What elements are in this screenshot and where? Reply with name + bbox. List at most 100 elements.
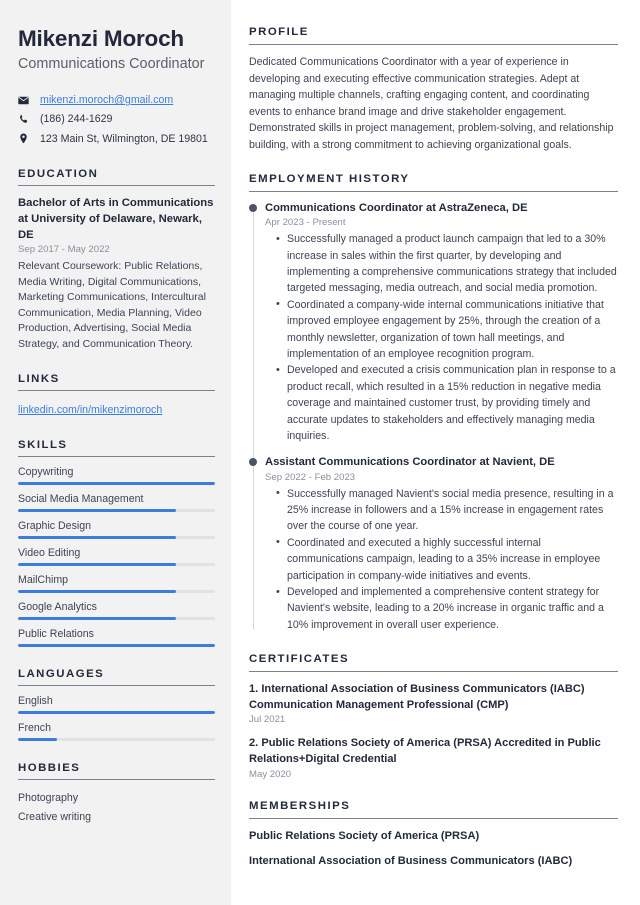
skill-item-bar <box>18 536 215 540</box>
hobby-item: Creative writing <box>18 810 92 823</box>
hobby-item: Photography <box>18 792 79 805</box>
education-heading: EDUCATION <box>18 168 215 187</box>
certificate-title: 2. Public Relations Society of America (… <box>249 737 601 766</box>
language-item-bar-fill <box>18 711 215 715</box>
skill-item-label: Social Media Management <box>18 493 144 506</box>
skill-item-bar-fill <box>18 617 176 621</box>
memberships-list: Public Relations Society of America (PRS… <box>249 828 618 869</box>
skill-item-bar-fill <box>18 590 176 594</box>
skill-item-bar <box>18 509 215 513</box>
employment-section: EMPLOYMENT HISTORY Communications Coordi… <box>249 173 618 633</box>
language-item: English <box>18 695 215 715</box>
phone-icon <box>18 114 33 125</box>
skill-item-label: Video Editing <box>18 547 81 560</box>
skill-item-label: MailChimp <box>18 574 69 587</box>
location-pin-icon <box>18 133 33 144</box>
certificate-title: 1. International Association of Business… <box>249 683 585 712</box>
certificate-item: 2. Public Relations Society of America (… <box>249 735 618 779</box>
languages-section: LANGUAGES English French <box>18 668 215 742</box>
employment-item: Communications Coordinator at AstraZenec… <box>249 201 618 444</box>
skill-item-bar <box>18 563 215 567</box>
certificates-section: CERTIFICATES 1. International Associatio… <box>249 653 618 780</box>
employment-bullet-list: Successfully managed Navient's social me… <box>265 485 618 634</box>
membership-item: International Association of Business Co… <box>249 854 573 867</box>
language-item-bar <box>18 711 215 715</box>
skill-item-bar-fill <box>18 644 215 648</box>
envelope-icon <box>18 95 33 106</box>
skills-list: Copywriting Social Media Management Graphi… <box>18 466 215 648</box>
skill-item: Social Media Management <box>18 493 215 513</box>
certificate-date: Jul 2021 <box>249 714 286 726</box>
language-item-label: French <box>18 722 51 735</box>
skill-item-bar-fill <box>18 509 176 513</box>
education-section: EDUCATION Bachelor of Arts in Communicat… <box>18 168 215 352</box>
skill-item: Video Editing <box>18 547 215 567</box>
languages-heading: LANGUAGES <box>18 668 215 687</box>
language-item: French <box>18 722 215 742</box>
skill-item-bar-fill <box>18 536 176 540</box>
employment-title: Assistant Communications Coordinator at … <box>265 456 555 469</box>
skill-item: MailChimp <box>18 574 215 594</box>
certificates-heading: CERTIFICATES <box>249 653 618 673</box>
skill-item-bar <box>18 482 215 486</box>
contact-list: mikenzi.moroch@gmail.com (186) 244-1629 … <box>18 93 215 146</box>
timeline-dot-icon <box>249 204 257 213</box>
email-link[interactable]: mikenzi.moroch@gmail.com <box>40 93 173 107</box>
profile-text: Dedicated Communications Coordinator wit… <box>249 56 614 151</box>
employment-heading: EMPLOYMENT HISTORY <box>249 173 618 193</box>
education-degree: Bachelor of Arts in Communications at Un… <box>18 197 214 242</box>
skill-item: Google Analytics <box>18 601 215 621</box>
skill-item-label: Graphic Design <box>18 520 92 533</box>
hobbies-section: HOBBIES Photography Creative writing <box>18 762 215 826</box>
education-item: Bachelor of Arts in Communications at Un… <box>18 195 215 352</box>
language-item-bar <box>18 738 215 742</box>
candidate-job-title: Communications Coordinator <box>18 55 205 72</box>
skill-item-bar <box>18 644 215 648</box>
languages-list: English French <box>18 695 215 742</box>
contact-phone: (186) 244-1629 <box>18 112 215 126</box>
employment-bullet: Coordinated and executed a highly succes… <box>276 534 618 584</box>
skill-item-label: Public Relations <box>18 628 94 641</box>
skill-item-label: Copywriting <box>18 466 74 479</box>
profile-heading: PROFILE <box>249 26 618 45</box>
address-text: 123 Main St, Wilmington, DE 19801 <box>40 132 208 145</box>
profile-section: PROFILE Dedicated Communications Coordin… <box>249 26 618 153</box>
employment-item: Assistant Communications Coordinator at … <box>249 455 618 634</box>
employment-bullet: Developed and executed a crisis communic… <box>276 362 618 444</box>
candidate-name: Mikenzi Moroch <box>18 26 184 51</box>
linkedin-link[interactable]: linkedin.com/in/mikenzimoroch <box>18 404 162 416</box>
skill-item: Public Relations <box>18 628 215 648</box>
memberships-heading: MEMBERSHIPS <box>249 800 618 819</box>
employment-date: Sep 2022 - Feb 2023 <box>265 471 356 483</box>
sidebar: Mikenzi Moroch Communications Coordinato… <box>0 0 231 905</box>
links-section: LINKS linkedin.com/in/mikenzimoroch <box>18 373 215 418</box>
contact-email: mikenzi.moroch@gmail.com <box>18 93 215 107</box>
hobbies-heading: HOBBIES <box>18 762 215 781</box>
contact-address: 123 Main St, Wilmington, DE 19801 <box>18 132 215 146</box>
skill-item: Graphic Design <box>18 520 215 540</box>
employment-bullet-list: Successfully managed a product launch ca… <box>265 231 618 444</box>
employment-timeline: Communications Coordinator at AstraZenec… <box>249 201 618 633</box>
memberships-section: MEMBERSHIPS Public Relations Society of … <box>249 800 618 869</box>
language-item-label: English <box>18 695 53 708</box>
employment-title: Communications Coordinator at AstraZenec… <box>265 202 528 215</box>
skill-item: Copywriting <box>18 466 215 486</box>
skill-item-bar-fill <box>18 563 176 567</box>
hobbies-list: Photography Creative writing <box>18 789 215 826</box>
certificate-item: 1. International Association of Business… <box>249 681 618 725</box>
links-heading: LINKS <box>18 373 215 392</box>
skills-section: SKILLS Copywriting Social Media Managemen… <box>18 439 215 648</box>
education-description: Relevant Coursework: Public Relations, M… <box>18 260 206 350</box>
education-date: Sep 2017 - May 2022 <box>18 244 110 256</box>
employment-bullet: Coordinated a company-wide internal comm… <box>276 296 618 363</box>
resume-document: Mikenzi Moroch Communications Coordinato… <box>0 0 640 905</box>
employment-date: Apr 2023 - Present <box>265 217 346 229</box>
skill-item-label: Google Analytics <box>18 601 97 614</box>
employment-bullet: Successfully managed a product launch ca… <box>276 231 618 297</box>
skill-item-bar-fill <box>18 482 215 486</box>
certificates-list: 1. International Association of Business… <box>249 681 618 779</box>
employment-bullet: Developed and implemented a comprehensiv… <box>276 584 618 633</box>
employment-bullet: Successfully managed Navient's social me… <box>276 485 618 535</box>
main-column: PROFILE Dedicated Communications Coordin… <box>231 0 640 905</box>
phone-text: (186) 244-1629 <box>40 113 113 126</box>
